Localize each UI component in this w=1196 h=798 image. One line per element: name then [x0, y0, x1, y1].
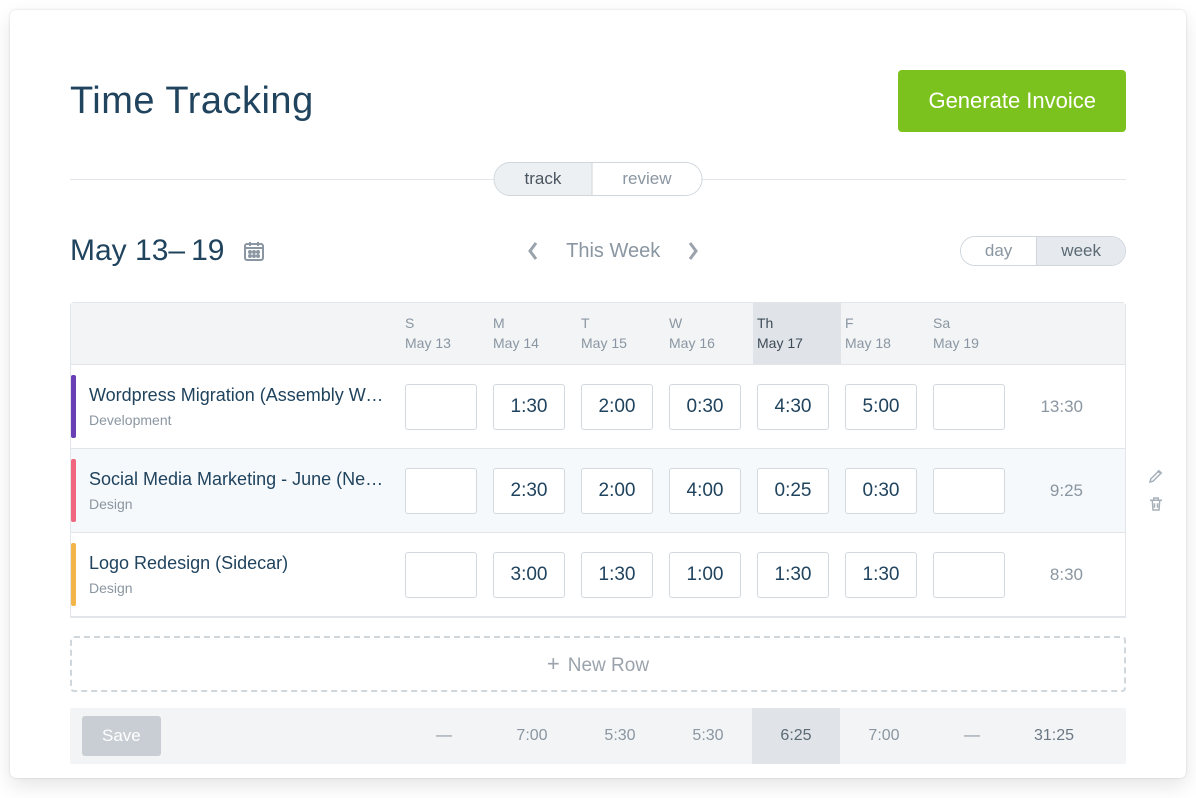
time-input[interactable]	[757, 468, 829, 514]
time-input[interactable]	[669, 552, 741, 598]
date-range-label: May 13– 19	[70, 234, 224, 268]
time-input[interactable]	[757, 384, 829, 430]
table-row: Wordpress Migration (Assembly We… Develop…	[71, 365, 1125, 449]
day-header: FMay 18	[841, 314, 929, 353]
task-category: Development	[89, 412, 387, 428]
time-input[interactable]	[581, 384, 653, 430]
generate-invoice-button[interactable]: Generate Invoice	[898, 70, 1126, 132]
time-input[interactable]	[493, 552, 565, 598]
time-input[interactable]	[845, 468, 917, 514]
week-nav: This Week	[526, 240, 700, 263]
time-input[interactable]	[493, 468, 565, 514]
project-color-bar	[71, 459, 76, 522]
time-input[interactable]	[405, 552, 477, 598]
footer-row: Save — 7:00 5:30 5:30 6:25 7:00 — 31:25	[70, 708, 1126, 764]
view-week-button[interactable]: week	[1036, 237, 1125, 265]
task-cell: Wordpress Migration (Assembly We… Develop…	[71, 365, 401, 448]
save-button[interactable]: Save	[82, 716, 161, 756]
col-total: 7:00	[488, 727, 576, 745]
day-header-active: ThMay 17	[753, 303, 841, 364]
prev-week-button[interactable]	[526, 240, 540, 262]
day-header: SMay 13	[401, 314, 489, 353]
col-total: —	[400, 727, 488, 745]
view-toggle: day week	[960, 236, 1126, 266]
time-input[interactable]	[845, 552, 917, 598]
task-cell: Logo Redesign (Sidecar) Design	[71, 533, 401, 616]
date-range: May 13– 19	[70, 234, 266, 268]
time-input[interactable]	[669, 384, 741, 430]
tab-track[interactable]: track	[495, 163, 592, 195]
col-total: —	[928, 727, 1016, 745]
time-tracking-panel: Time Tracking Generate Invoice track rev…	[10, 10, 1186, 778]
calendar-icon[interactable]	[242, 239, 266, 263]
day-header: SaMay 19	[929, 314, 1017, 353]
edit-icon[interactable]	[1147, 467, 1165, 485]
row-total: 13:30	[1017, 397, 1087, 417]
page-title: Time Tracking	[70, 80, 314, 123]
time-input[interactable]	[581, 468, 653, 514]
task-name: Wordpress Migration (Assembly We…	[89, 385, 387, 406]
col-total-active: 6:25	[752, 708, 840, 764]
view-day-button[interactable]: day	[961, 237, 1036, 265]
row-total: 8:30	[1017, 565, 1087, 585]
project-color-bar	[71, 375, 76, 438]
time-grid: SMay 13 MMay 14 TMay 15 WMay 16 ThMay 17…	[70, 302, 1126, 618]
time-input[interactable]	[845, 384, 917, 430]
table-row: Social Media Marketing - June (Neu…) Desi…	[71, 449, 1125, 533]
day-header: MMay 14	[489, 314, 577, 353]
trash-icon[interactable]	[1147, 495, 1165, 513]
task-name: Social Media Marketing - June (Neu…)	[89, 469, 387, 490]
time-input[interactable]	[493, 384, 565, 430]
row-total: 9:25	[1017, 481, 1087, 501]
task-name: Logo Redesign (Sidecar)	[89, 553, 387, 574]
day-header: WMay 16	[665, 314, 753, 353]
week-nav-label: This Week	[566, 240, 660, 263]
tab-review[interactable]: review	[591, 163, 701, 195]
time-input[interactable]	[405, 384, 477, 430]
time-input[interactable]	[405, 468, 477, 514]
project-color-bar	[71, 543, 76, 606]
new-row-button[interactable]: +New Row	[70, 636, 1126, 692]
col-total: 5:30	[664, 727, 752, 745]
col-total: 5:30	[576, 727, 664, 745]
time-input[interactable]	[933, 552, 1005, 598]
task-category: Design	[89, 496, 387, 512]
col-total: 7:00	[840, 727, 928, 745]
next-week-button[interactable]	[686, 240, 700, 262]
day-header: TMay 15	[577, 314, 665, 353]
time-input[interactable]	[669, 468, 741, 514]
time-input[interactable]	[933, 468, 1005, 514]
grid-header: SMay 13 MMay 14 TMay 15 WMay 16 ThMay 17…	[71, 303, 1125, 365]
grand-total: 31:25	[1016, 727, 1086, 745]
time-input[interactable]	[933, 384, 1005, 430]
task-cell: Social Media Marketing - June (Neu…) Desi…	[71, 449, 401, 532]
mode-toggle: track review	[494, 162, 703, 196]
task-category: Design	[89, 580, 387, 596]
time-input[interactable]	[581, 552, 653, 598]
time-input[interactable]	[757, 552, 829, 598]
table-row: Logo Redesign (Sidecar) Design 8:30	[71, 533, 1125, 617]
plus-icon: +	[547, 651, 560, 676]
